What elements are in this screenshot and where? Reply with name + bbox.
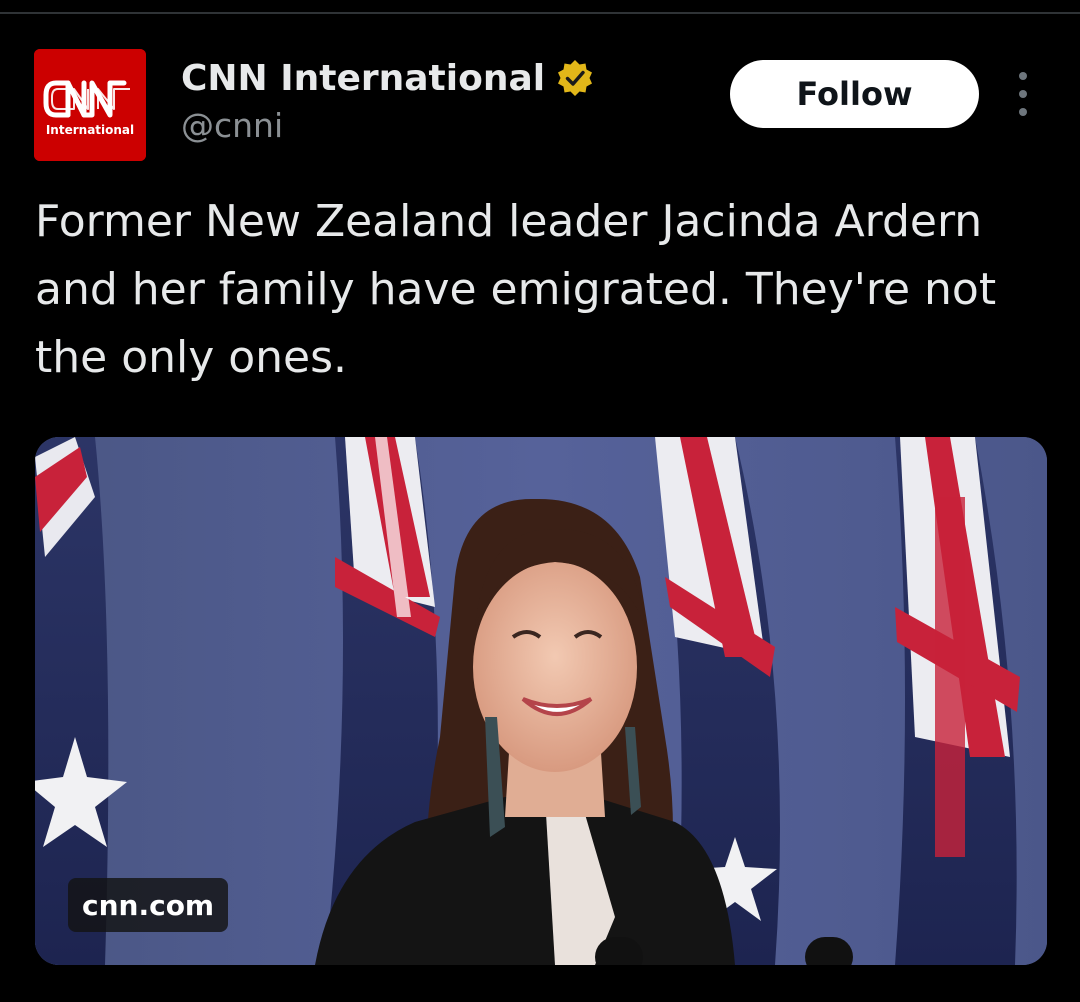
- verified-badge-icon: [555, 58, 595, 98]
- avatar-subtitle: International: [45, 123, 135, 137]
- more-dot: [1019, 72, 1027, 80]
- more-vertical-icon[interactable]: [1006, 72, 1040, 116]
- more-dot: [1019, 90, 1027, 98]
- link-domain-label[interactable]: cnn.com: [68, 878, 229, 932]
- cnn-logo: [34, 49, 146, 161]
- top-divider: [0, 12, 1080, 14]
- avatar[interactable]: International: [34, 49, 146, 161]
- display-name-row: CNN International: [181, 54, 595, 102]
- more-dot: [1019, 108, 1027, 116]
- display-name[interactable]: CNN International: [181, 58, 545, 99]
- tweet-text: Former New Zealand leader Jacinda Ardern…: [35, 196, 997, 383]
- handle[interactable]: @cnni: [181, 106, 283, 145]
- follow-button[interactable]: Follow: [730, 60, 979, 128]
